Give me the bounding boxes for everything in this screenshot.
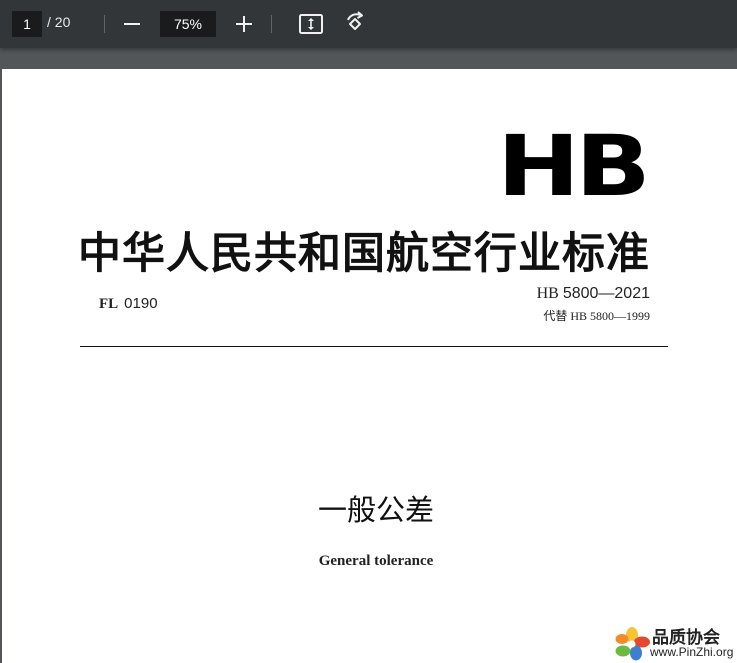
replaces-standard: 代替 HB 5800—1999 bbox=[543, 309, 650, 323]
header-rule bbox=[80, 346, 668, 347]
minus-icon-bar bbox=[124, 23, 140, 25]
classification-number: 0190 bbox=[124, 295, 158, 312]
zoom-level-input[interactable]: 75% bbox=[160, 11, 216, 37]
watermark: 品质协会 www.PinZhi.org bbox=[612, 625, 737, 663]
page-number-input[interactable]: 1 bbox=[12, 11, 42, 37]
hb-logo: HB bbox=[497, 117, 651, 215]
classification-prefix: FL bbox=[99, 296, 119, 312]
fit-page-icon bbox=[299, 14, 323, 34]
zoom-in-button[interactable] bbox=[228, 8, 260, 40]
pdf-toolbar: 1 / 20 75% bbox=[0, 0, 737, 48]
document-subtitle: General tolerance bbox=[318, 553, 434, 569]
standard-prefix: HB bbox=[536, 285, 559, 302]
toolbar-divider bbox=[271, 15, 272, 33]
standard-number: HB 5800—2021 bbox=[537, 285, 650, 303]
organization-title: 中华人民共和国航空行业标准 bbox=[78, 229, 650, 279]
rotate-icon bbox=[347, 11, 363, 30]
plus-icon bbox=[236, 16, 252, 32]
pdf-page: HB 中华人民共和国航空行业标准 FL 0190 HB 5800—2021 代替 H… bbox=[2, 69, 737, 663]
document-title: 一般公差 bbox=[317, 493, 434, 527]
classification-code: FL 0190 bbox=[99, 295, 158, 313]
watermark-flower-icon bbox=[615, 627, 650, 661]
rotate-button[interactable] bbox=[341, 10, 369, 38]
standard-code: 5800—2021 bbox=[562, 285, 650, 302]
toolbar-divider bbox=[104, 15, 105, 33]
page-total: / 20 bbox=[47, 14, 71, 30]
fit-page-button[interactable] bbox=[297, 10, 325, 38]
watermark-url: www.PinZhi.org bbox=[650, 645, 734, 659]
